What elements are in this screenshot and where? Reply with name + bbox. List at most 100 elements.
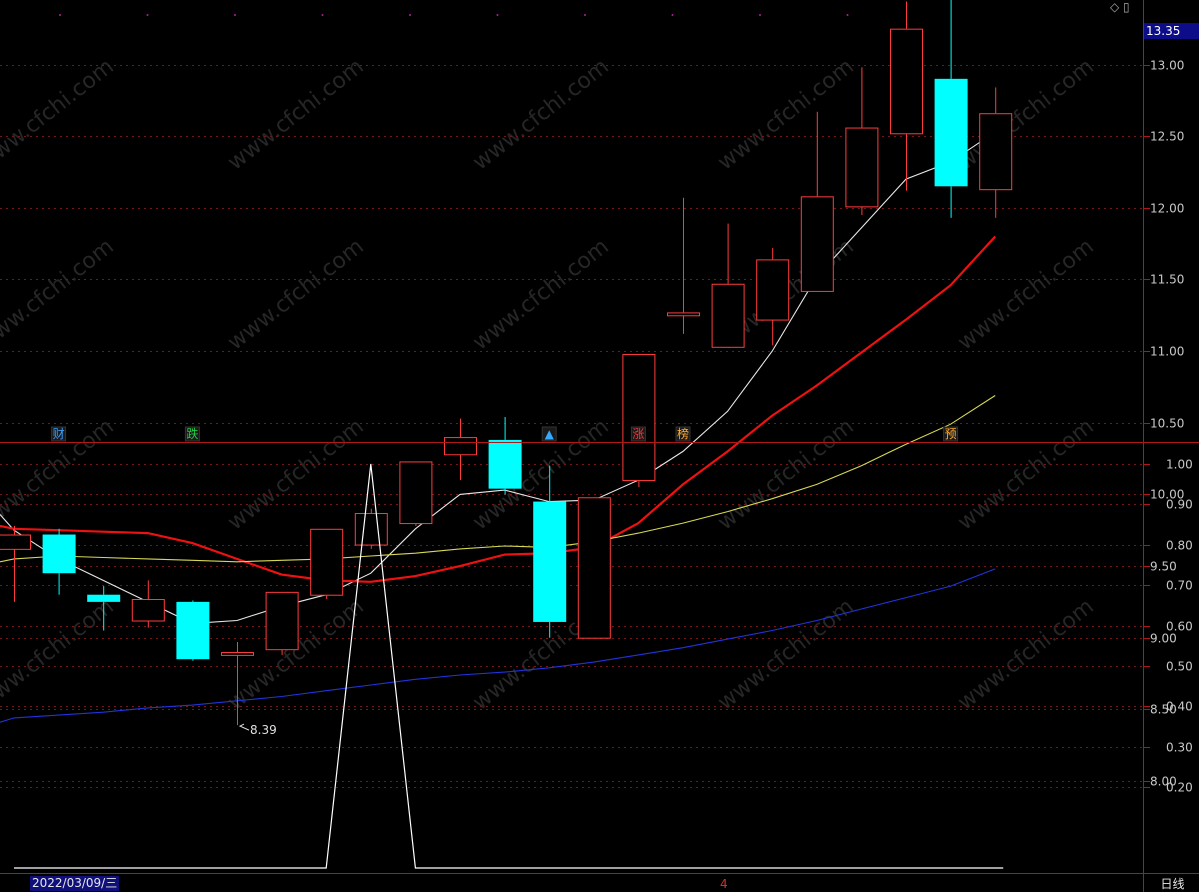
- candle[interactable]: [444, 418, 477, 481]
- diamond-icon[interactable]: ◇ ▯: [1110, 0, 1130, 14]
- event-marker-label: 预: [945, 427, 957, 441]
- candlestick-layer[interactable]: [0, 0, 1013, 726]
- candle[interactable]: [131, 580, 165, 628]
- candle-body: [221, 652, 254, 656]
- event-marker[interactable]: 跌: [184, 426, 200, 442]
- candle-body: [354, 513, 388, 546]
- watermark-text: www.cfchi.com: [953, 54, 1098, 175]
- top-dot: [584, 14, 586, 16]
- candle-body: [890, 28, 923, 135]
- indicator-tick-label: 0.30: [1166, 741, 1193, 755]
- top-dot: [759, 14, 761, 16]
- candle[interactable]: [176, 600, 210, 661]
- candle-body: [265, 591, 299, 651]
- candle[interactable]: [800, 111, 834, 292]
- top-dot: [146, 14, 149, 16]
- candle[interactable]: [934, 0, 968, 218]
- top-dot: [671, 14, 674, 16]
- watermark-text: www.cfchi.com: [0, 234, 119, 355]
- watermark-text: www.cfchi.com: [953, 414, 1098, 535]
- top-dot: [59, 14, 61, 16]
- candle-body: [800, 196, 834, 292]
- cursor-marker: 4: [720, 877, 728, 891]
- top-dot: [234, 14, 236, 16]
- candle[interactable]: [265, 591, 299, 655]
- indicator-tick-label: 0.90: [1166, 498, 1193, 512]
- candle-body: [577, 497, 611, 639]
- candle-body: [444, 437, 477, 456]
- event-marker[interactable]: ▲: [541, 426, 557, 442]
- event-marker-label: 跌: [186, 426, 198, 441]
- candle[interactable]: [890, 1, 923, 191]
- price-tick-label: 12.50: [1150, 130, 1184, 144]
- candle-body: [176, 601, 210, 660]
- candle[interactable]: [0, 525, 31, 602]
- event-marker[interactable]: 榜: [675, 426, 691, 442]
- candle-body: [488, 439, 522, 489]
- date-cursor-label: 2022/03/09/三: [30, 876, 120, 891]
- candle-body: [845, 127, 879, 208]
- annotation-arrow: [238, 723, 250, 731]
- watermark-text: www.cfchi.com: [468, 54, 613, 175]
- candle[interactable]: [354, 508, 388, 549]
- candle[interactable]: [42, 528, 76, 595]
- indicator-tick-label: 0.40: [1166, 700, 1193, 714]
- watermark-text: www.cfchi.com: [713, 594, 858, 715]
- candle[interactable]: [845, 67, 879, 215]
- event-marker-label: 涨: [632, 426, 644, 441]
- event-marker-label: 财: [53, 427, 65, 441]
- event-marker-label: ▲: [545, 427, 555, 441]
- price-tick-label: 9.50: [1150, 560, 1177, 574]
- watermark-text: www.cfchi.com: [713, 414, 858, 535]
- chart-canvas: www.cfchi.com www.cfchi.com www.cfchi.com w…: [0, 0, 1199, 892]
- price-tick-label: 12.00: [1150, 202, 1184, 216]
- watermark-text: www.cfchi.com: [223, 54, 368, 175]
- watermark-text: www.cfchi.com: [223, 414, 368, 535]
- indicator-tick-label: 0.60: [1166, 620, 1193, 634]
- moving-average-line: [0, 235, 997, 583]
- watermark-text: www.cfchi.com: [953, 594, 1098, 715]
- event-marker[interactable]: 财: [51, 426, 67, 442]
- top-dot: [496, 14, 499, 16]
- candle-body: [979, 113, 1013, 191]
- candle[interactable]: [399, 461, 433, 526]
- watermark-text: www.cfchi.com: [0, 54, 119, 175]
- indicator-tick-label: 1.00: [1166, 458, 1193, 472]
- candle[interactable]: [488, 417, 522, 495]
- watermark-text: www.cfchi.com: [953, 234, 1098, 355]
- price-tick-label: 11.00: [1150, 345, 1184, 359]
- candle-body: [87, 594, 121, 602]
- candle-body: [711, 283, 745, 348]
- candle[interactable]: [711, 223, 745, 348]
- indicator-tick-label: 0.80: [1166, 539, 1193, 553]
- candle[interactable]: [310, 528, 344, 600]
- candle-body: [622, 353, 656, 482]
- event-marker[interactable]: 预: [943, 426, 959, 442]
- price-tick-label: 9.00: [1150, 632, 1177, 646]
- candle[interactable]: [979, 87, 1013, 218]
- candle[interactable]: [622, 353, 656, 488]
- candle-body: [0, 534, 31, 550]
- period-tab[interactable]: 日线: [1146, 876, 1199, 892]
- indicator-tick-label: 0.70: [1166, 579, 1193, 593]
- candle[interactable]: [577, 497, 611, 639]
- candle-body: [310, 528, 344, 596]
- top-dot: [846, 14, 849, 16]
- price-tick-label: 11.50: [1150, 273, 1184, 287]
- candle-body: [131, 599, 165, 622]
- candle-body: [756, 259, 790, 321]
- grid-layer: [0, 14, 1144, 788]
- price-tick-label: 13.00: [1150, 59, 1184, 73]
- candle-body: [399, 461, 433, 525]
- top-dot: [409, 14, 411, 16]
- watermark-text: www.cfchi.com: [713, 54, 858, 175]
- low-price-label: 8.39: [250, 723, 277, 737]
- current-price-label: 13.35: [1144, 23, 1199, 39]
- event-marker[interactable]: 涨: [630, 426, 646, 442]
- candle-body: [934, 78, 968, 187]
- event-marker-label: 榜: [677, 426, 689, 441]
- candle[interactable]: [667, 197, 700, 334]
- indicator-tick-label: 0.20: [1166, 781, 1193, 795]
- candle-body: [533, 501, 567, 622]
- watermark-text: www.cfchi.com: [0, 594, 119, 715]
